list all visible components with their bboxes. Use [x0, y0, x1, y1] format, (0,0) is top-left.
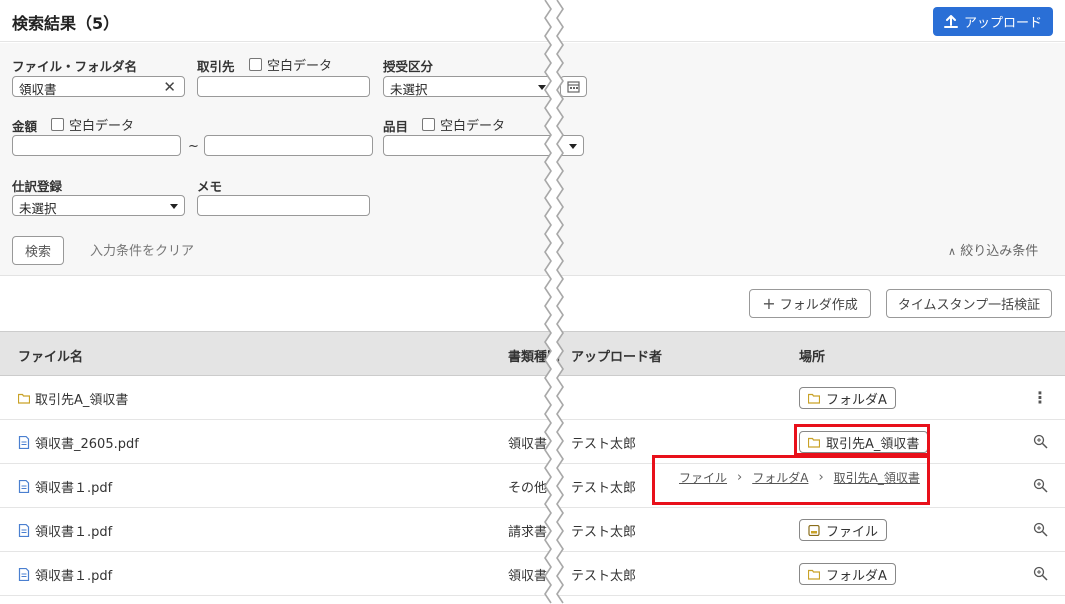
amount-to-input[interactable] — [204, 135, 373, 156]
file-name: 領収書１.pdf — [35, 569, 113, 584]
file-name-cell[interactable]: 領収書１.pdf — [18, 565, 112, 584]
clear-icon[interactable]: ✕ — [163, 78, 176, 96]
title-bar: 検索結果（5） アップロード — [0, 0, 1065, 42]
amount-label: 金額 — [12, 119, 38, 134]
file-folder-name-label: ファイル・フォルダ名 — [12, 59, 138, 74]
location-label: フォルダA — [826, 568, 887, 584]
chevron-down-icon — [569, 144, 577, 149]
journal-select[interactable]: 未選択 — [12, 195, 185, 216]
uploader-cell: テスト太郎 — [571, 437, 637, 452]
checkbox-icon — [249, 58, 262, 71]
zoom-preview-icon[interactable] — [1031, 564, 1049, 582]
zoom-preview-icon[interactable] — [1031, 520, 1049, 538]
checkbox-icon — [422, 118, 435, 131]
table-row[interactable]: 領収書１.pdf 請求書 テスト太郎 ファイル — [0, 508, 1065, 552]
breadcrumb-item[interactable]: フォルダA — [752, 469, 808, 486]
location-breadcrumb: ファイル › フォルダA › 取引先A_領収書 — [679, 469, 920, 486]
item-label: 品目 — [383, 119, 409, 134]
amount-blank-label: 空白データ — [69, 119, 135, 134]
file-icon — [18, 436, 30, 449]
file-name-cell[interactable]: 領収書１.pdf — [18, 521, 112, 540]
plus-icon: + — [762, 294, 776, 313]
upload-button[interactable]: アップロード — [933, 7, 1053, 36]
timestamp-verify-button[interactable]: タイムスタンプ一括検証 — [886, 289, 1052, 318]
file-folder-name-value: 領収書 — [19, 82, 57, 97]
table-row[interactable]: 領収書１.pdf 領収書 テスト太郎 フォルダA — [0, 552, 1065, 596]
file-icon — [18, 480, 30, 493]
new-folder-label: フォルダ作成 — [779, 298, 858, 313]
amount-range-tilde: ~ — [188, 139, 199, 154]
journal-label: 仕訳登録 — [12, 179, 63, 194]
memo-label: メモ — [197, 179, 223, 194]
transfer-type-value: 未選択 — [390, 82, 428, 97]
table-row[interactable]: 取引先A_領収書 フォルダA ⋮ — [0, 376, 1065, 420]
file-name-cell[interactable]: 取引先A_領収書 — [18, 389, 128, 408]
chevron-down-icon — [170, 204, 178, 209]
folder-icon — [18, 393, 30, 404]
uploader-cell: テスト太郎 — [571, 569, 637, 584]
clear-conditions-link[interactable]: 入力条件をクリア — [90, 240, 194, 259]
location-chip[interactable]: フォルダA — [799, 387, 896, 409]
chevron-right-icon: › — [818, 470, 824, 485]
chevron-right-icon: › — [737, 470, 743, 485]
file-name: 取引先A_領収書 — [35, 393, 129, 408]
zoom-preview-icon[interactable] — [1031, 476, 1049, 494]
chevron-up-icon: ∧ — [948, 245, 957, 258]
amount-from-input[interactable] — [12, 135, 181, 156]
file-name: 領収書１.pdf — [35, 525, 113, 540]
file-icon — [18, 524, 30, 537]
upload-label: アップロード — [963, 16, 1042, 31]
client-blank-label: 空白データ — [267, 59, 333, 74]
file-icon — [18, 568, 30, 581]
new-folder-button[interactable]: + フォルダ作成 — [749, 289, 871, 318]
file-folder-name-input[interactable]: 領収書 ✕ — [12, 76, 185, 97]
file-name-cell[interactable]: 領収書１.pdf — [18, 477, 112, 496]
page-title: 検索結果（5） — [12, 14, 120, 33]
client-label: 取引先 — [197, 59, 235, 74]
column-header-location[interactable]: 場所 — [799, 346, 825, 365]
column-header-uploader[interactable]: アップロード者 — [571, 346, 662, 365]
uploader-cell: テスト太郎 — [571, 525, 637, 540]
memo-input[interactable] — [197, 195, 370, 216]
uploader-cell: テスト太郎 — [571, 481, 637, 496]
item-blank-label: 空白データ — [440, 119, 506, 134]
item-blank-checkbox[interactable]: 空白データ — [422, 115, 505, 134]
client-blank-checkbox[interactable]: 空白データ — [249, 55, 332, 74]
client-input[interactable] — [197, 76, 370, 97]
folder-icon — [808, 569, 820, 580]
narrow-conditions-label: 絞り込み条件 — [960, 244, 1039, 259]
location-chip[interactable]: ファイル — [799, 519, 888, 541]
zoom-preview-icon[interactable] — [1031, 432, 1049, 450]
more-options-icon[interactable]: ⋮ — [1031, 388, 1049, 407]
folder-icon — [808, 393, 820, 404]
breadcrumb-item[interactable]: 取引先A_領収書 — [834, 469, 920, 486]
amount-blank-checkbox[interactable]: 空白データ — [51, 115, 134, 134]
file-name: 領収書_2605.pdf — [35, 437, 139, 452]
upload-icon — [943, 14, 958, 28]
search-button[interactable]: 検索 — [12, 236, 64, 265]
location-label: ファイル — [826, 524, 879, 540]
narrow-conditions-toggle[interactable]: ∧ 絞り込み条件 — [948, 240, 1038, 259]
file-name: 領収書１.pdf — [35, 481, 113, 496]
transfer-type-select[interactable]: 未選択 — [383, 76, 553, 97]
location-label: フォルダA — [826, 392, 887, 408]
transfer-type-label: 授受区分 — [383, 59, 434, 74]
checkbox-icon — [51, 118, 64, 131]
column-header-name[interactable]: ファイル名 — [18, 346, 83, 365]
location-chip[interactable]: フォルダA — [799, 563, 896, 585]
file-name-cell[interactable]: 領収書_2605.pdf — [18, 433, 139, 452]
table-header: ファイル名 書類種別 アップロード者 場所 — [0, 331, 1065, 376]
torn-edge-divider — [544, 0, 564, 604]
journal-value: 未選択 — [19, 201, 57, 216]
cabinet-icon — [808, 524, 820, 536]
breadcrumb-item[interactable]: ファイル — [679, 469, 727, 486]
highlight-location-chip — [794, 424, 930, 456]
